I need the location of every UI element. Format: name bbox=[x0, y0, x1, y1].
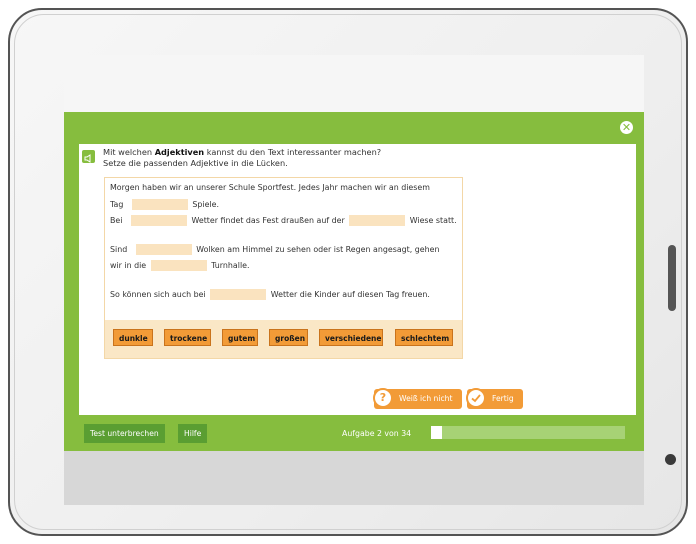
progress-label: Aufgabe 2 von 34 bbox=[342, 429, 412, 438]
dont-know-label: Weiß ich nicht bbox=[399, 394, 453, 403]
text-line-5-a: wir in die bbox=[110, 261, 147, 270]
screen-top-area bbox=[64, 55, 644, 112]
word-chip[interactable]: großen bbox=[269, 329, 308, 346]
speaker-icon[interactable] bbox=[82, 150, 95, 163]
gap-6[interactable] bbox=[210, 289, 267, 300]
home-button[interactable] bbox=[668, 245, 676, 311]
gap-1[interactable] bbox=[131, 199, 188, 210]
task-instruction: Mit welchen Adjektiven kannst du den Tex… bbox=[103, 147, 381, 169]
text-line-5: wir in die Turnhalle. bbox=[110, 260, 250, 272]
word-chip[interactable]: dunkle bbox=[113, 329, 153, 346]
cloze-text-box: Morgen haben wir an unserer Schule Sport… bbox=[104, 177, 463, 359]
text-line-2-b: Spiele. bbox=[192, 200, 220, 209]
check-icon bbox=[466, 388, 486, 408]
text-line-4-a: Sind bbox=[110, 245, 128, 254]
text-line-2: Tag Spiele. bbox=[110, 199, 219, 211]
camera-dot bbox=[665, 454, 676, 465]
text-line-4: Sind Wolken am Himmel zu sehen oder ist … bbox=[110, 244, 440, 256]
progress-bar-fill bbox=[431, 426, 442, 439]
instruction-keyword: Adjektiven bbox=[154, 147, 205, 157]
word-chip[interactable]: gutem bbox=[222, 329, 258, 346]
text-line-2-a: Tag bbox=[110, 200, 124, 209]
done-label: Fertig bbox=[492, 394, 514, 403]
word-bank: dunkle trockene gutem großen verschieden… bbox=[105, 320, 462, 358]
close-icon[interactable]: ✕ bbox=[620, 121, 633, 134]
content-card: Mit welchen Adjektiven kannst du den Tex… bbox=[79, 144, 636, 415]
text-line-6-a: So können sich auch bei bbox=[110, 290, 206, 299]
gap-5[interactable] bbox=[150, 260, 207, 271]
text-line-3-b: Wetter findet das Fest draußen auf der bbox=[191, 216, 345, 225]
text-line-1: Morgen haben wir an unserer Schule Sport… bbox=[110, 183, 430, 192]
text-line-5-b: Turnhalle. bbox=[211, 261, 250, 270]
screen: ✕ Mit welchen Adjektiven kannst du den T… bbox=[64, 55, 644, 505]
gap-3[interactable] bbox=[349, 215, 406, 226]
dont-know-button[interactable]: ? Weiß ich nicht bbox=[373, 388, 462, 409]
screen-bottom-area bbox=[64, 451, 644, 505]
word-chip[interactable]: schlechtem bbox=[395, 329, 453, 346]
instruction-line-2: Setze die passenden Adjektive in die Lüc… bbox=[103, 158, 288, 168]
help-button[interactable]: Hilfe bbox=[178, 424, 208, 443]
instruction-suffix: kannst du den Text interessanter machen? bbox=[204, 147, 382, 157]
word-chip[interactable]: verschiedene bbox=[319, 329, 383, 346]
progress-bar bbox=[431, 426, 625, 439]
text-line-6-b: Wetter die Kinder auf diesen Tag freuen. bbox=[270, 290, 430, 299]
done-button[interactable]: Fertig bbox=[466, 388, 523, 409]
interrupt-test-button[interactable]: Test unterbrechen bbox=[84, 424, 165, 443]
text-line-3: Bei Wetter findet das Fest draußen auf d… bbox=[110, 215, 457, 227]
gap-4[interactable] bbox=[135, 244, 192, 255]
exercise-panel: ✕ Mit welchen Adjektiven kannst du den T… bbox=[64, 112, 644, 451]
word-chip[interactable]: trockene bbox=[164, 329, 211, 346]
text-line-3-c: Wiese statt. bbox=[409, 216, 457, 225]
question-icon: ? bbox=[373, 388, 393, 408]
instruction-prefix: Mit welchen bbox=[103, 147, 155, 157]
gap-2[interactable] bbox=[130, 215, 187, 226]
text-line-6: So können sich auch bei Wetter die Kinde… bbox=[110, 289, 430, 301]
text-line-3-a: Bei bbox=[110, 216, 123, 225]
text-line-4-b: Wolken am Himmel zu sehen oder ist Regen… bbox=[196, 245, 440, 254]
